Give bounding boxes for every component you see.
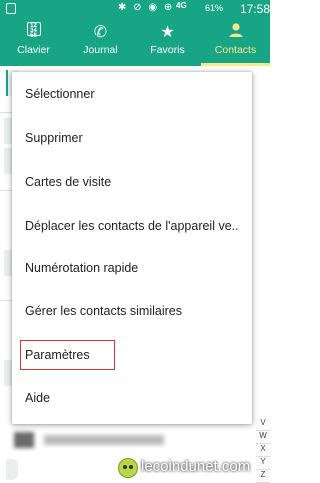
menu-item-parametres[interactable]: Paramètres [12,335,252,375]
tab-journal[interactable]: ✆ Journal [67,18,134,66]
active-tab-indicator [201,63,270,66]
menu-item-cartes-de-visite[interactable]: Cartes de visite [12,162,252,202]
tab-clavier[interactable]: 12 34 56 Clavier [0,18,67,66]
status-bar: ✱ ⊘ ◉ ⊕ 4G 61% 17:58 [0,0,270,18]
menu-item-gerer-contacts-similaires[interactable]: Gérer les contacts similaires [12,291,252,331]
avatar [6,459,18,480]
status-icons: ✱ ⊘ ◉ ⊕ [118,2,175,13]
phone-log-icon: ✆ [93,24,108,41]
clock: 17:58 [240,2,271,16]
tab-label: Journal [83,44,118,56]
overflow-menu: Sélectionner Supprimer Cartes de visite … [12,72,252,424]
star-icon: ★ [160,24,175,41]
menu-item-selectionner[interactable]: Sélectionner [12,74,252,114]
tab-bar: 12 34 56 Clavier ✆ Journal ★ Favoris Conta… [0,18,270,66]
notification-icon [6,3,16,14]
watermark-text: lecoindunet.com [141,458,251,475]
menu-item-supprimer[interactable]: Supprimer [12,118,252,158]
index-letter[interactable]: Y [256,457,270,470]
contact-row-blurred[interactable] [14,432,164,448]
battery-level: 61% [205,3,224,13]
menu-item-aide[interactable]: Aide [12,378,252,418]
alphabet-index[interactable]: V W X Y Z [256,418,270,483]
contact-name-blurred [44,435,164,445]
watermark-logo-icon [118,458,138,478]
index-letter[interactable]: V [256,418,270,431]
index-letter[interactable]: W [256,431,270,444]
tab-favoris[interactable]: ★ Favoris [134,18,201,66]
network-type: 4G [176,1,187,10]
index-letter[interactable]: X [256,444,270,457]
index-letter[interactable]: Z [256,470,270,483]
tab-label: Clavier [17,44,50,56]
menu-item-deplacer-contacts[interactable]: Déplacer les contacts de l'appareil ve.. [12,206,252,246]
contact-person-icon [201,22,270,44]
avatar [14,432,34,448]
tab-label: Favoris [150,44,185,56]
tab-label: Contacts [214,44,257,56]
tab-contacts[interactable]: Contacts [201,18,270,66]
keypad-icon: 12 34 56 [0,22,67,44]
menu-item-numerotation-rapide[interactable]: Numérotation rapide [12,248,252,288]
